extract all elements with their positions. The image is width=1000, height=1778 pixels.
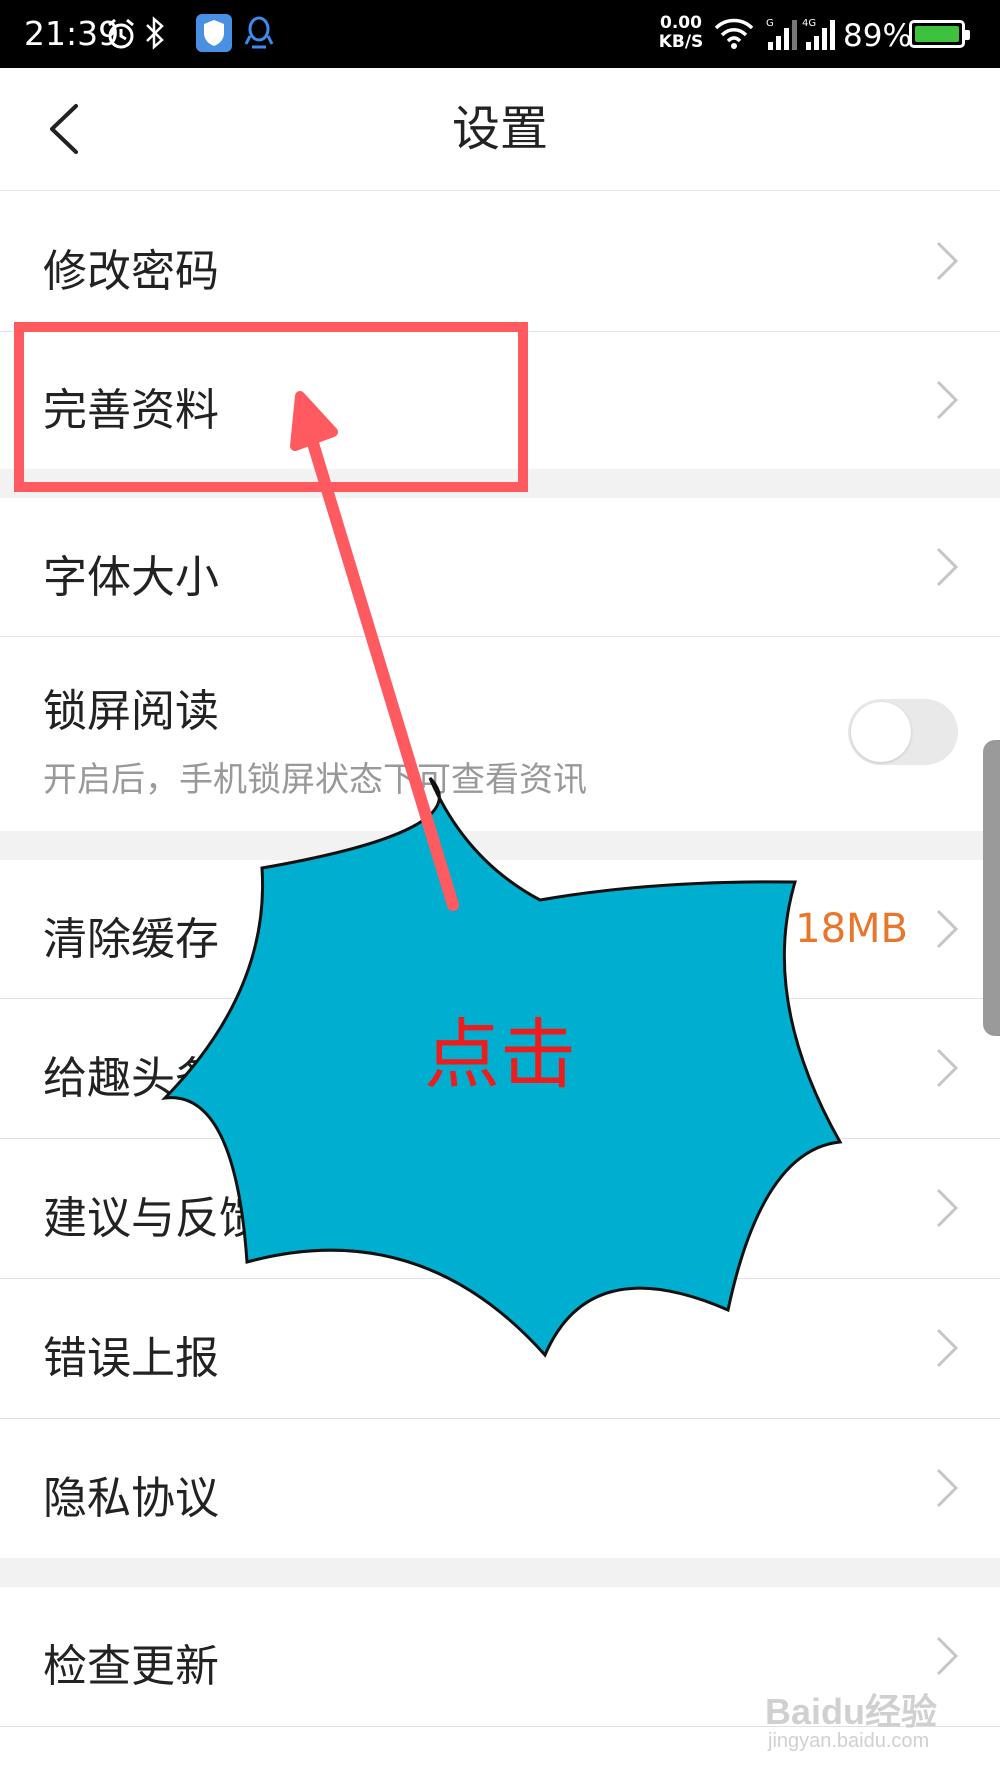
toggle-knob — [851, 702, 911, 762]
settings-item-lock-screen: 锁屏阅读 开启后，手机锁屏状态下可查看资讯 — [0, 637, 1000, 831]
chevron-right-icon — [936, 1636, 959, 1676]
alarm-icon — [108, 18, 134, 49]
svg-text:4G: 4G — [802, 18, 816, 29]
settings-item-font-size[interactable]: 字体大小 — [0, 498, 1000, 636]
scroll-handle[interactable] — [983, 740, 1000, 1036]
shield-icon — [196, 14, 232, 52]
chevron-right-icon — [936, 547, 959, 587]
settings-item-check-update[interactable]: 检查更新 — [0, 1587, 1000, 1726]
qq-icon — [244, 16, 274, 49]
settings-item-label: 错误上报 — [43, 1333, 219, 1384]
battery-icon — [909, 20, 970, 48]
settings-item-partial[interactable] — [0, 1727, 1000, 1778]
settings-item-rate-app[interactable]: 给趣头条 — [0, 999, 1000, 1138]
cache-size: 18MB — [795, 906, 908, 952]
signal-4g-icon: 4G — [802, 18, 835, 50]
battery-percent: 89% — [843, 18, 912, 54]
net-speed-unit: KB/S — [658, 32, 704, 52]
settings-item-complete-profile[interactable]: 完善资料 — [0, 332, 1000, 469]
signal-icon: G — [766, 18, 797, 50]
page-title: 设置 — [451, 101, 548, 157]
net-speed: 0.00 KB/S — [656, 14, 706, 52]
chevron-right-icon — [936, 1048, 959, 1088]
chevron-right-icon — [936, 1468, 959, 1508]
settings-item-feedback[interactable]: 建议与反馈 — [0, 1139, 1000, 1278]
chevron-right-icon — [936, 1328, 959, 1368]
status-bar: 21:39 0.00 KB/S G 4G 89% — [0, 0, 1000, 68]
svg-text:G: G — [766, 18, 774, 29]
net-speed-value: 0.00 — [660, 13, 702, 33]
lock-screen-toggle[interactable] — [848, 699, 958, 765]
back-button[interactable] — [38, 98, 98, 160]
top-bar: 设置 — [0, 68, 1000, 191]
status-time: 21:39 — [24, 14, 120, 53]
chevron-right-icon — [936, 241, 959, 281]
settings-item-label: 建议与反馈 — [43, 1193, 263, 1244]
chevron-right-icon — [936, 380, 959, 420]
settings-item-description: 开启后，手机锁屏状态下可查看资讯 — [43, 760, 587, 800]
settings-item-error-report[interactable]: 错误上报 — [0, 1279, 1000, 1418]
settings-item-label: 锁屏阅读 — [43, 686, 219, 737]
settings-item-change-password[interactable]: 修改密码 — [0, 191, 1000, 331]
settings-item-label: 清除缓存 — [43, 914, 219, 965]
settings-item-label: 字体大小 — [43, 552, 219, 603]
chevron-right-icon — [936, 909, 959, 949]
settings-item-label: 检查更新 — [43, 1641, 219, 1692]
settings-item-label: 修改密码 — [43, 246, 219, 297]
chevron-right-icon — [936, 1188, 959, 1228]
settings-item-label: 给趣头条 — [43, 1053, 219, 1104]
settings-item-label: 完善资料 — [43, 385, 219, 436]
wifi-icon — [714, 18, 754, 49]
settings-item-clear-cache[interactable]: 清除缓存 18MB — [0, 860, 1000, 998]
settings-item-label: 隐私协议 — [43, 1473, 219, 1524]
bluetooth-icon — [146, 16, 164, 50]
settings-item-privacy[interactable]: 隐私协议 — [0, 1419, 1000, 1558]
chevron-left-icon — [50, 104, 78, 154]
